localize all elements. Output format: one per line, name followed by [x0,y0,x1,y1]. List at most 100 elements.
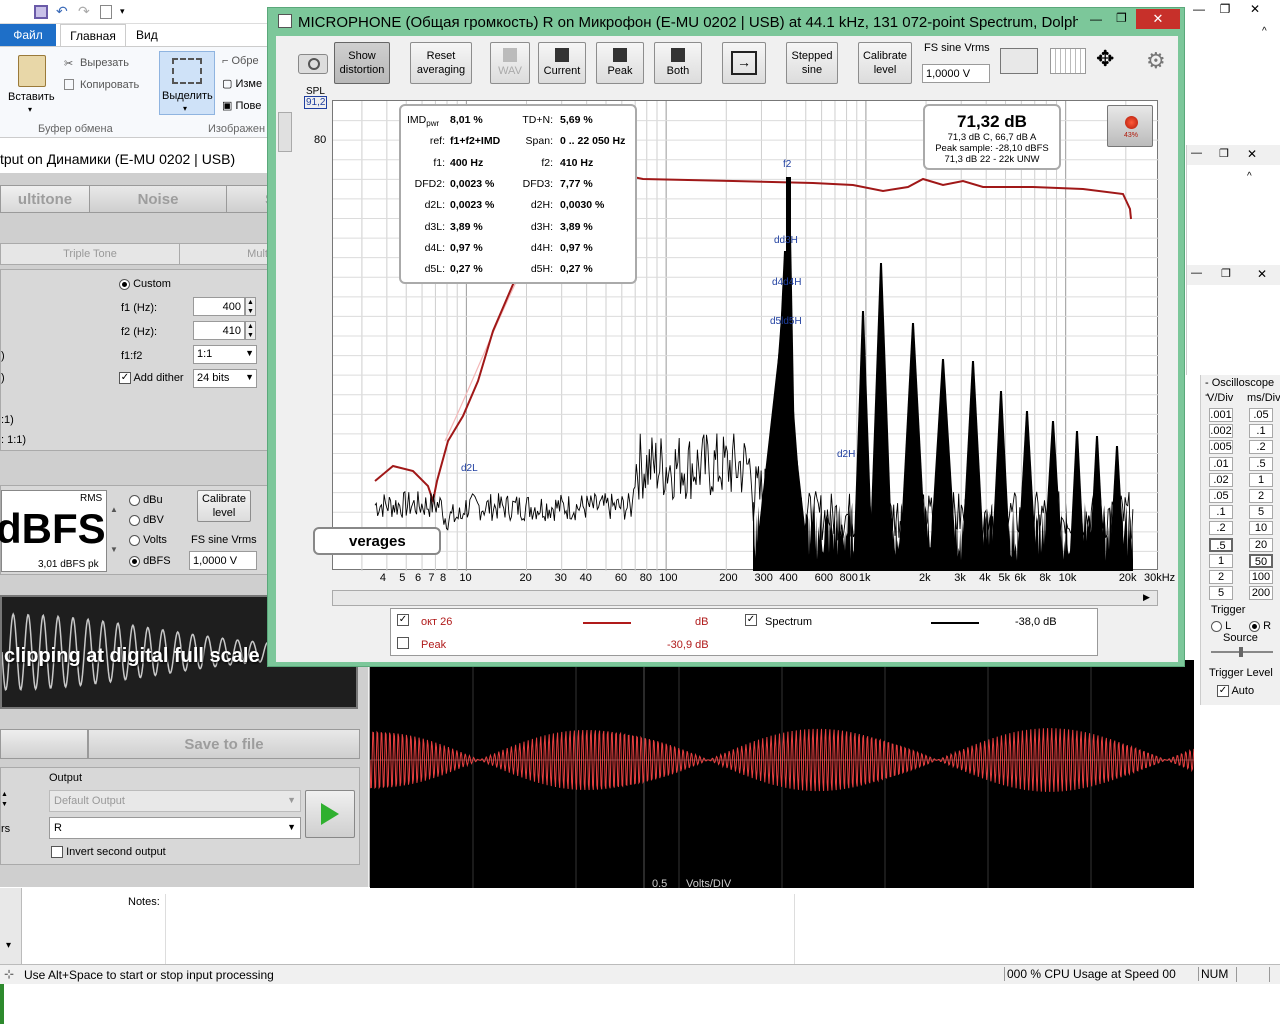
speaker-layout-icon[interactable] [1000,48,1038,74]
redo-icon[interactable]: ↷ [78,3,90,20]
calibrate-level-button[interactable]: Calibrate level [858,42,912,84]
bars-icon[interactable] [1050,48,1086,74]
show-distortion-button[interactable]: Show distortion [334,42,390,84]
bg-pane2-minimize-icon[interactable]: — [1191,267,1202,279]
scroll-right-icon[interactable]: ▶ [1143,592,1150,603]
tab-multitone[interactable]: ultitone [0,185,90,213]
f2-spin[interactable]: ▲ ▼ [245,321,256,340]
qa-doc-icon[interactable] [100,5,112,19]
output-default-select[interactable]: Default Output ▼ [49,790,301,812]
vdiv-button[interactable]: .5 [1209,537,1233,552]
bg-minimize-icon[interactable]: — [1186,0,1212,18]
expand-arrows-icon[interactable]: ✥ [1096,46,1114,72]
msdiv-button[interactable]: .2 [1249,440,1273,455]
save-to-file-button[interactable]: Save to file [88,729,360,759]
paste-icon[interactable] [18,55,46,87]
spec-minimize-icon[interactable]: — [1090,12,1102,26]
dither-select[interactable]: 24 bits ▼ [193,369,257,388]
gen-calibrate-button[interactable]: Calibrate level [197,490,251,522]
vdiv-button[interactable]: .05 [1209,489,1233,503]
unit-dbfs[interactable]: dBFS [129,555,171,567]
msdiv-button[interactable]: .5 [1249,456,1273,471]
legend-oct-checkbox[interactable]: ✓ [397,614,409,627]
trigger-level-thumb[interactable] [1239,647,1243,657]
msdiv-button[interactable]: 20 [1249,537,1273,552]
tab-home[interactable]: Главная [60,24,126,46]
custom-radio[interactable]: Custom [119,278,171,290]
select-button[interactable]: Выделить ▾ [159,51,215,115]
subtab-triple[interactable]: Triple Tone [0,243,180,265]
cut-button[interactable]: Вырезать [80,57,129,69]
msdiv-button[interactable]: .1 [1249,424,1273,439]
paste-dropdown-icon[interactable]: ▾ [28,105,32,114]
output-select[interactable]: R ▼ [49,817,301,839]
bg-pane2-close-icon[interactable]: ✕ [1257,267,1267,281]
both-button[interactable]: Both [654,42,702,84]
bg-pane1-restore-icon[interactable]: ❐ [1219,147,1229,160]
bg-ribbon-collapse-icon[interactable]: ^ [1262,26,1267,37]
bg-pane1-minimize-icon[interactable]: — [1191,147,1202,159]
crop-button[interactable]: ⌐ Обре [222,55,259,67]
resize-button[interactable]: ▢ Изме [222,77,262,90]
msdiv-button[interactable]: 100 [1249,570,1273,584]
undo-icon[interactable]: ↶ [56,3,68,20]
bg-restore-icon[interactable]: ❐ [1212,0,1238,18]
vdiv-button[interactable]: .002 [1209,424,1233,439]
f1-spin[interactable]: ▲ ▼ [245,297,256,316]
unit-dbu[interactable]: dBu [129,494,163,506]
bg-close-icon[interactable]: ✕ [1242,0,1268,18]
f2-input[interactable] [193,321,245,340]
tab-view[interactable]: Вид [136,28,158,42]
spec-restore-icon[interactable]: ❐ [1116,11,1127,25]
msdiv-button[interactable]: 5 [1249,505,1273,520]
tab-noise[interactable]: Noise [89,185,227,213]
auto-checkbox[interactable]: ✓ Auto [1217,685,1254,698]
wav-button[interactable]: WAV [490,42,530,84]
current-button[interactable]: Current [538,42,586,84]
invert-checkbox[interactable]: Invert second output [51,846,166,859]
trigger-l-radio[interactable]: L [1211,620,1231,632]
bg-pane1-close-icon[interactable]: ✕ [1247,147,1257,161]
ratio-select[interactable]: 1:1 ▼ [193,345,257,364]
x-scrollbar[interactable]: ▶ [332,590,1158,606]
bg-pane2-restore-icon[interactable]: ❐ [1221,267,1231,280]
save-icon[interactable] [34,5,48,19]
export-button[interactable]: → [722,42,766,84]
msdiv-button[interactable]: 200 [1249,586,1273,601]
vdiv-button[interactable]: 2 [1209,570,1233,584]
msdiv-button[interactable]: 50 [1249,553,1273,568]
unit-volts[interactable]: Volts [129,534,167,546]
settings-gear-icon[interactable]: ⚙ [1146,48,1166,74]
qa-dropdown-icon[interactable]: ▾ [120,6,125,17]
vdiv-button[interactable]: .1 [1209,505,1233,520]
f1-input[interactable] [193,297,245,316]
vdiv-button[interactable]: .01 [1209,456,1233,471]
play-button[interactable] [305,790,355,838]
vdiv-button[interactable]: .005 [1209,440,1233,455]
paste-button[interactable]: Вставить [8,91,55,103]
bg-pane1-scroll-icon[interactable]: ^ [1247,171,1252,182]
left-spin[interactable]: ▲ ▼ [1,790,9,810]
level-spin[interactable]: ▲ ▼ [107,490,121,572]
vdiv-button[interactable]: 5 [1209,586,1233,601]
spec-close-button[interactable]: ✕ [1136,9,1180,29]
trigger-r-radio[interactable]: R [1249,620,1271,632]
camera-button[interactable] [298,54,328,74]
gen-fs-input[interactable] [189,551,257,570]
gutter-scroll-icon[interactable]: ▾ [6,940,11,951]
dither-checkbox[interactable]: ✓ Add dither [119,372,184,385]
vdiv-button[interactable]: .001 [1209,408,1233,422]
rotate-button[interactable]: ▣ Пове [222,99,261,112]
legend-peak-checkbox[interactable] [397,637,409,650]
copy-button[interactable]: Копировать [80,79,139,91]
notes-area[interactable] [165,894,795,964]
msdiv-button[interactable]: 1 [1249,472,1273,487]
stepped-sine-button[interactable]: Stepped sine [786,42,838,84]
vdiv-button[interactable]: .02 [1209,472,1233,487]
msdiv-button[interactable]: 2 [1249,489,1273,503]
y-scrollbar[interactable] [278,112,292,152]
legend-spectrum-checkbox[interactable]: ✓ [745,614,757,627]
reset-averaging-button[interactable]: Reset averaging [410,42,472,84]
record-button[interactable]: 43% [1107,105,1153,147]
msdiv-button[interactable]: .05 [1249,408,1273,422]
